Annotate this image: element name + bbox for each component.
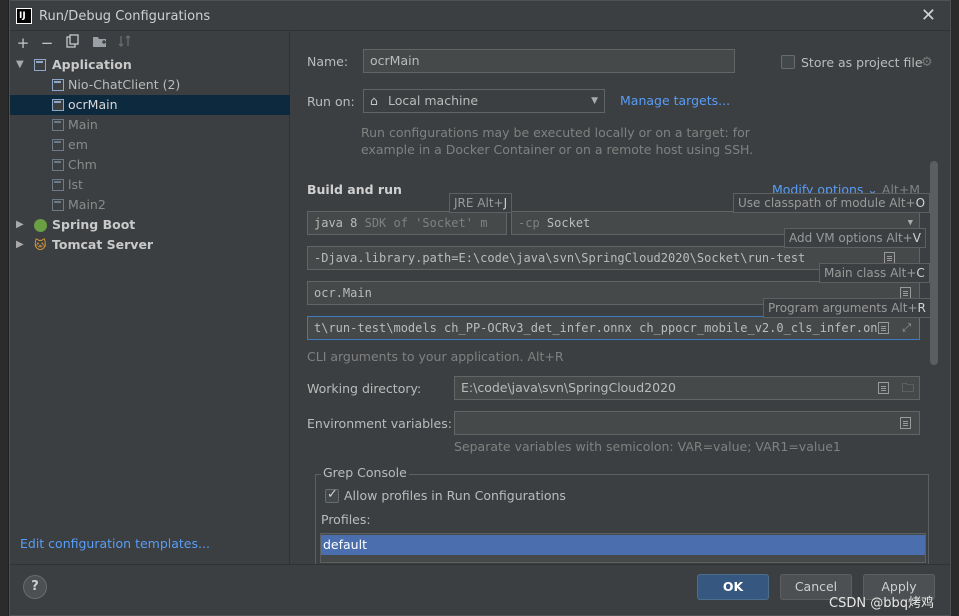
run-on-value: Local machine xyxy=(388,93,479,108)
edit-templates-link[interactable]: Edit configuration templates... xyxy=(20,536,210,551)
tooltip-program-args: Program arguments Alt+R xyxy=(763,298,931,318)
home-icon: ⌂ xyxy=(370,93,378,108)
main-class-value: ocr.Main xyxy=(314,286,372,300)
chevron-right-icon[interactable]: ▶ xyxy=(16,215,24,235)
expand-icon[interactable]: ⤢ xyxy=(902,317,911,339)
tooltip-jre: JRE Alt+J xyxy=(449,193,513,213)
configurations-sidebar: + − ▼ Application Nio-ChatClient (2) ocr… xyxy=(10,31,290,564)
tomcat-icon: 🐱 xyxy=(34,238,47,252)
expand-text-icon[interactable] xyxy=(878,322,889,334)
tree-item-label: em xyxy=(68,137,88,152)
ok-button[interactable]: OK xyxy=(697,574,769,600)
chevron-right-icon[interactable]: ▶ xyxy=(16,235,24,255)
folder-icon[interactable]: 🗀 xyxy=(901,377,914,399)
store-project-label: Store as project file xyxy=(801,55,923,70)
help-button[interactable]: ? xyxy=(23,575,47,599)
allow-profiles-label: Allow profiles in Run Configurations xyxy=(344,488,566,503)
tree-item[interactable]: lst xyxy=(10,175,290,195)
close-icon[interactable]: ✕ xyxy=(921,5,936,26)
env-vars-label: Environment variables: xyxy=(307,416,452,431)
copy-icon[interactable] xyxy=(64,34,82,52)
tooltip-classpath: Use classpath of module Alt+O xyxy=(733,193,931,213)
title-bar: IJ Run/Debug Configurations ✕ xyxy=(10,1,950,31)
sort-icon[interactable] xyxy=(116,34,134,52)
insert-macro-icon[interactable] xyxy=(878,382,889,394)
application-icon xyxy=(52,119,64,131)
intellij-app-icon: IJ xyxy=(16,8,32,24)
application-icon xyxy=(52,79,64,91)
cli-args-hint: CLI arguments to your application. Alt+R xyxy=(307,349,564,364)
allow-profiles-checkbox[interactable] xyxy=(325,487,339,503)
chevron-down-icon: ▼ xyxy=(591,96,598,106)
tree-node-tomcat[interactable]: ▶ 🐱 Tomcat Server xyxy=(10,235,290,255)
jre-dropdown[interactable]: java 8 SDK of 'Socket' m xyxy=(307,211,507,235)
application-icon xyxy=(52,199,64,211)
remove-icon[interactable]: − xyxy=(38,34,56,52)
chevron-down-icon[interactable]: ▼ xyxy=(16,55,24,75)
tree-item-label: Main xyxy=(68,117,98,132)
vm-options-value: -Djava.library.path=E:\code\java\svn\Spr… xyxy=(314,251,806,265)
env-vars-field[interactable] xyxy=(454,411,920,435)
store-project-checkbox[interactable] xyxy=(781,55,795,69)
tree-item[interactable]: Chm xyxy=(10,155,290,175)
tree-item[interactable]: Main xyxy=(10,115,290,135)
application-icon xyxy=(52,139,64,151)
tooltip-vm-options: Add VM options Alt+V xyxy=(784,228,926,248)
grep-console-title: Grep Console xyxy=(321,465,409,480)
edit-env-icon[interactable] xyxy=(900,417,911,429)
sidebar-toolbar: + − xyxy=(10,31,289,55)
run-debug-dialog: IJ Run/Debug Configurations ✕ + − ▼ Appl… xyxy=(9,0,951,616)
run-on-dropdown[interactable]: ⌂ Local machine ▼ xyxy=(363,89,605,113)
new-folder-icon[interactable] xyxy=(90,34,108,52)
name-label: Name: xyxy=(307,54,349,69)
tree-item-label: Main2 xyxy=(68,197,106,212)
run-on-label: Run on: xyxy=(307,94,355,109)
dialog-button-bar: ? OK Cancel Apply CSDN @bbq烤鸡 xyxy=(10,564,950,615)
form-scrollbar[interactable] xyxy=(930,161,938,365)
spring-boot-icon xyxy=(34,219,47,232)
tree-item-label: lst xyxy=(68,177,83,192)
program-arguments-field[interactable]: t\run-test\models ch_PP-OCRv3_det_infer.… xyxy=(307,316,920,340)
tree-node-label: Application xyxy=(52,57,132,72)
tree-node-spring-boot[interactable]: ▶ Spring Boot xyxy=(10,215,290,235)
application-icon xyxy=(52,179,64,191)
cp-flag: -cp xyxy=(518,216,540,230)
working-dir-field[interactable]: E:\code\java\svn\SpringCloud2020 🗀 xyxy=(454,376,920,400)
run-on-hint-line1: Run configurations may be executed local… xyxy=(361,125,750,140)
working-dir-label: Working directory: xyxy=(307,381,422,396)
tree-item[interactable]: Nio-ChatClient (2) xyxy=(10,75,290,95)
tree-item-label: ocrMain xyxy=(68,97,118,112)
ide-background-strip xyxy=(0,0,9,616)
tree-item[interactable]: Main2 xyxy=(10,195,290,215)
env-vars-hint: Separate variables with semicolon: VAR=v… xyxy=(454,439,841,454)
tree-item[interactable]: em xyxy=(10,135,290,155)
tree-node-label: Tomcat Server xyxy=(52,237,154,252)
window-title: Run/Debug Configurations xyxy=(39,9,211,24)
application-icon xyxy=(52,159,64,171)
profiles-list[interactable]: default xyxy=(320,533,926,563)
watermark: CSDN @bbq烤鸡 xyxy=(829,596,934,611)
tree-item-label: Nio-ChatClient (2) xyxy=(68,77,181,92)
run-on-hint-line2: example in a Docker Container or on a re… xyxy=(361,142,754,157)
name-field[interactable]: ocrMain xyxy=(363,49,735,73)
tree-node-label: Spring Boot xyxy=(52,217,136,232)
jre-hint: SDK of 'Socket' m xyxy=(364,216,488,230)
tooltip-main-class: Main class Alt+C xyxy=(819,263,930,283)
application-icon xyxy=(52,99,64,111)
tree-item-selected[interactable]: ocrMain xyxy=(10,95,290,115)
working-dir-value: E:\code\java\svn\SpringCloud2020 xyxy=(461,380,676,395)
add-icon[interactable]: + xyxy=(14,34,32,52)
jre-value: java 8 xyxy=(314,216,358,230)
profiles-label: Profiles: xyxy=(321,512,371,527)
list-item[interactable]: default xyxy=(321,535,925,555)
application-icon xyxy=(34,59,46,71)
tree-node-application[interactable]: ▼ Application xyxy=(10,55,290,75)
program-arguments-value: t\run-test\models ch_PP-OCRv3_det_infer.… xyxy=(314,321,878,335)
cp-value: Socket xyxy=(546,216,591,230)
configuration-form: Name: ocrMain Store as project file ⚙ Ru… xyxy=(291,31,950,568)
tree-item-label: Chm xyxy=(68,157,97,172)
build-and-run-title: Build and run xyxy=(307,182,402,197)
manage-targets-link[interactable]: Manage targets... xyxy=(620,93,730,108)
gear-icon[interactable]: ⚙ xyxy=(921,55,933,70)
